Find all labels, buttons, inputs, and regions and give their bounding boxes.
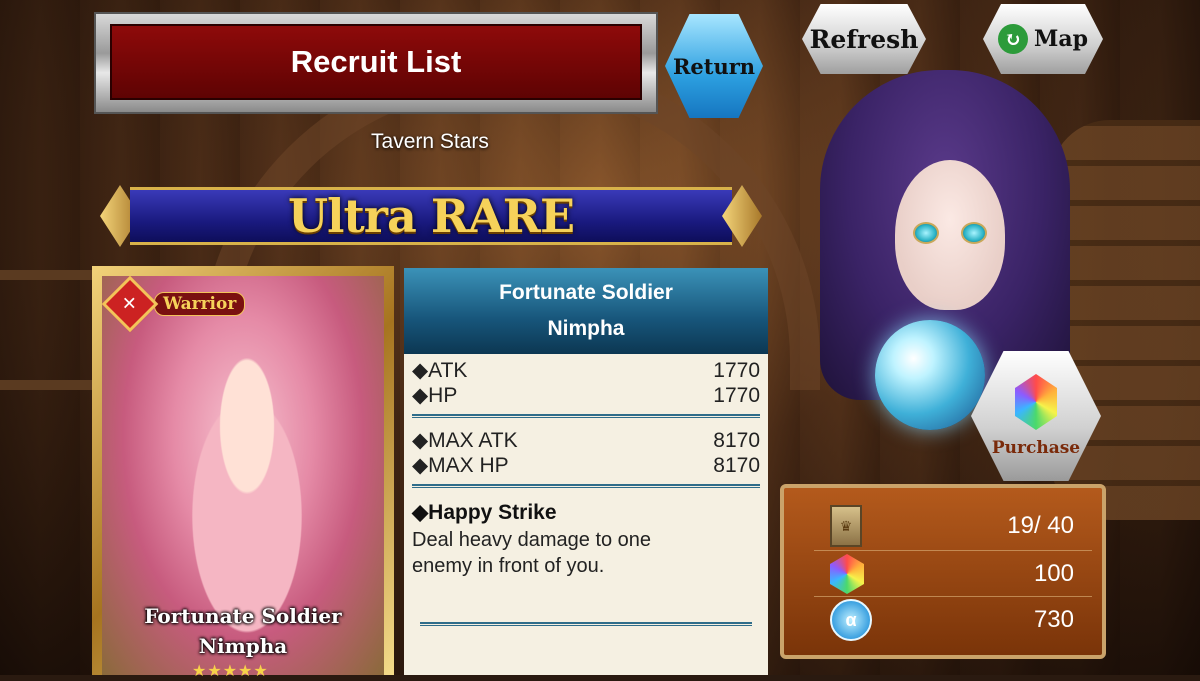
class-label: Warrior [154, 292, 246, 316]
skill-name: ◆Happy Strike [412, 501, 557, 524]
card-name: Fortunate Soldier Nimpha [102, 601, 384, 661]
crystal-row: 100 [830, 554, 1074, 594]
purchase-label: Purchase [991, 438, 1081, 458]
star-icon: ★ [192, 663, 208, 680]
map-label: Map [1034, 26, 1088, 52]
crystal-count: 100 [1033, 560, 1074, 587]
max-stats: ◆MAX ATK 8170 ◆MAX HP 8170 [404, 424, 768, 478]
divider [420, 622, 752, 626]
crystal-icon [830, 554, 864, 594]
rainbow-crystal-icon [1015, 374, 1057, 430]
divider [814, 596, 1092, 597]
stat-value: 8170 [713, 429, 760, 452]
divider [412, 484, 760, 488]
divider [814, 550, 1092, 551]
stat-label: ◆MAX ATK [412, 429, 518, 452]
stat-row-max-hp: ◆MAX HP 8170 [412, 453, 760, 478]
card-name-line2: Nimpha [198, 634, 288, 658]
crystal-ball [875, 320, 985, 430]
unit-name-header: Fortunate Soldier Nimpha [404, 268, 768, 354]
character-illustration [162, 336, 332, 636]
eye-right [961, 222, 987, 244]
stat-value: 8170 [713, 454, 760, 477]
stat-row-hp: ◆HP 1770 [412, 383, 760, 408]
stat-row-max-atk: ◆MAX ATK 8170 [412, 428, 760, 453]
page-title: Recruit List [290, 44, 462, 79]
unit-name-line2: Nimpha [547, 317, 625, 340]
warrior-class-icon: ✕ [102, 276, 159, 333]
rarity-banner: Ultra RARE [100, 181, 762, 251]
stat-label: ◆ATK [412, 359, 468, 382]
card-name-line1: Fortunate Soldier [144, 604, 342, 628]
class-badge: ✕ Warrior [102, 276, 246, 333]
background-shelf [0, 270, 100, 280]
title-panel: Recruit List [110, 24, 642, 100]
coin-row: α 730 [830, 599, 1074, 641]
recruit-ticket-icon: ♛ [830, 505, 862, 547]
card-artwork: ✕ Warrior Fortunate Soldier Nimpha [102, 276, 384, 675]
coin-icon: α [830, 599, 872, 641]
title-bar: Recruit List [94, 12, 658, 114]
skill-description: Deal heavy damage to one enemy in front … [412, 529, 652, 577]
character-card[interactable]: ✕ Warrior Fortunate Soldier Nimpha ★★★★★ [92, 266, 394, 680]
character-face [895, 160, 1005, 310]
eye-left [913, 222, 939, 244]
coin-count: 730 [1033, 606, 1074, 633]
divider [412, 414, 760, 418]
ticket-count: 19/ 40 [1007, 512, 1074, 539]
stat-label: ◆HP [412, 384, 458, 407]
rarity-text: Ultra RARE [287, 189, 575, 243]
star-icon: ★ [222, 663, 239, 680]
recruit-location: Tavern Stars [371, 130, 489, 153]
background-shelf [0, 380, 100, 390]
star-icon: ★ [238, 663, 254, 680]
unit-info-panel: Fortunate Soldier Nimpha ◆ATK 1770 ◆HP 1… [404, 268, 768, 675]
unit-name-line1: Fortunate Soldier [499, 281, 673, 304]
stat-row-atk: ◆ATK 1770 [412, 358, 760, 383]
stat-value: 1770 [713, 359, 760, 382]
stat-label: ◆MAX HP [412, 454, 509, 477]
rarity-stars: ★★★★★ [192, 661, 269, 681]
return-label: Return [672, 53, 756, 79]
star-icon: ★ [253, 663, 269, 680]
ticket-row: ♛ 19/ 40 [830, 505, 1074, 547]
star-icon: ★ [207, 663, 223, 680]
stat-value: 1770 [713, 384, 760, 407]
currency-panel: ♛ 19/ 40 100 α 730 [780, 484, 1106, 659]
base-stats: ◆ATK 1770 ◆HP 1770 [404, 354, 768, 408]
rarity-band: Ultra RARE [130, 187, 732, 245]
